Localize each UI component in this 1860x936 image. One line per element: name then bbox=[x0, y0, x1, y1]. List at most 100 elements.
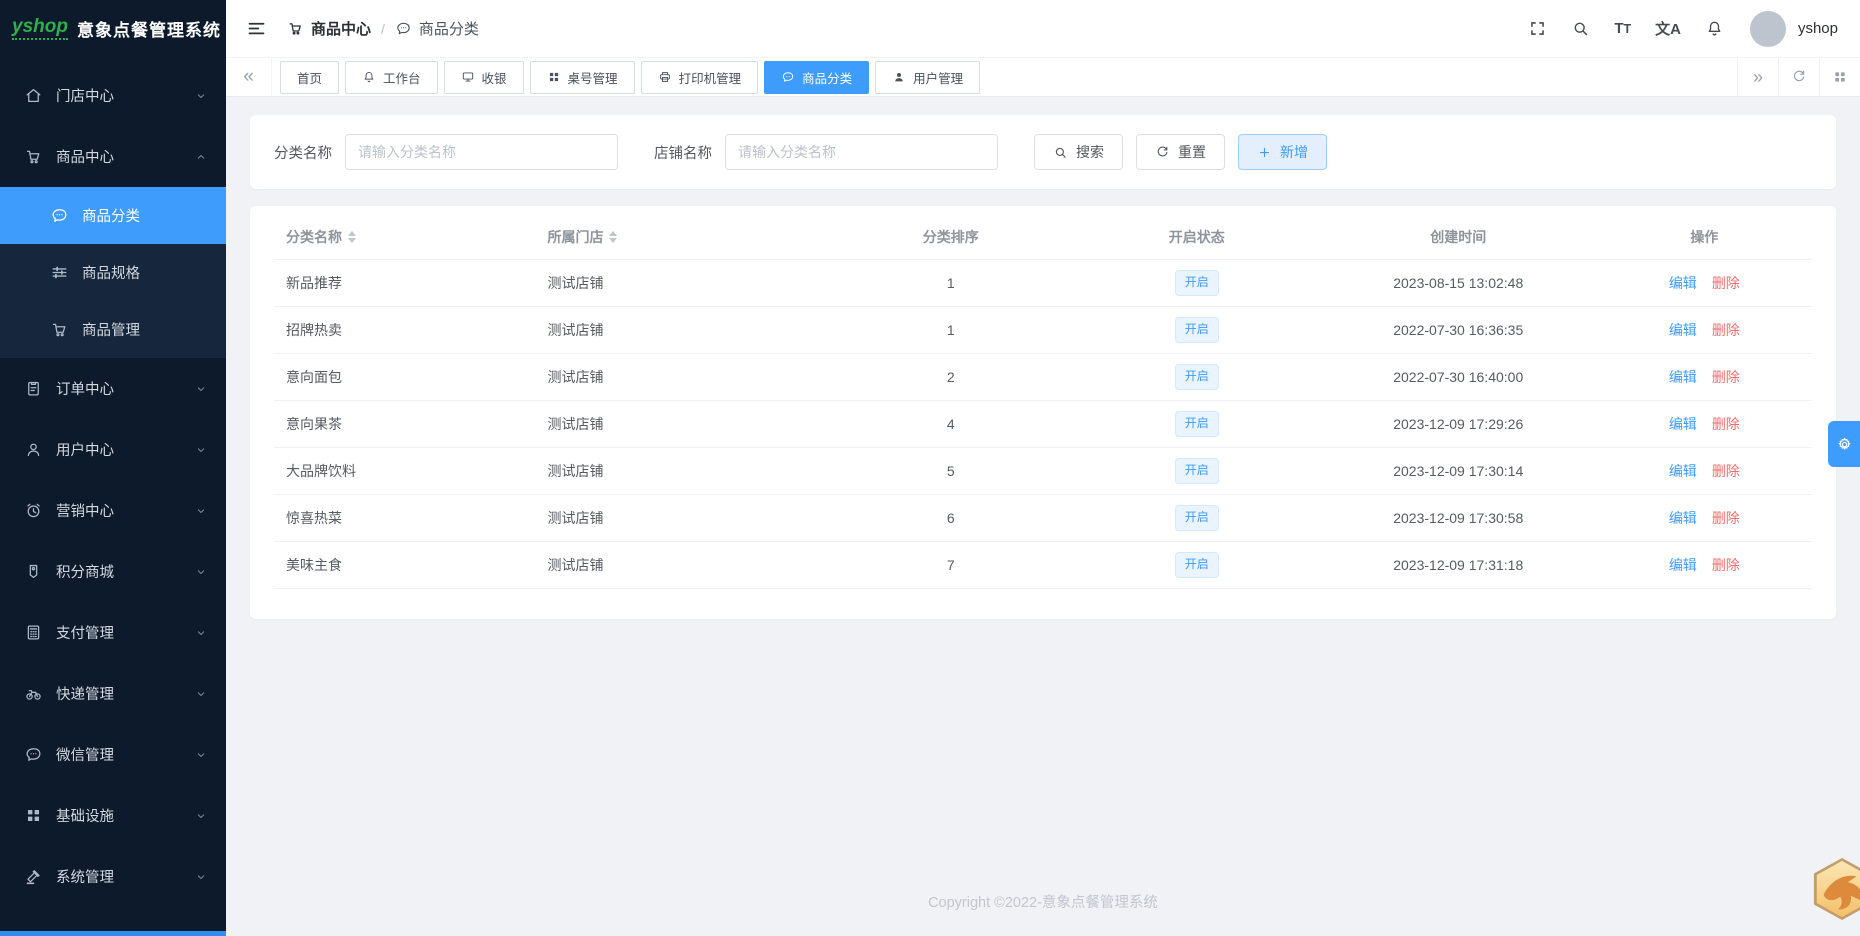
breadcrumb-current-label: 商品分类 bbox=[418, 21, 479, 38]
sidebar-item-label: 积分商城 bbox=[56, 565, 114, 581]
user-icon bbox=[24, 440, 43, 459]
filter-panel: 分类名称 店铺名称 搜索 重置 新增 bbox=[250, 115, 1836, 189]
cell-created-time: 2022-07-30 16:40:00 bbox=[1393, 369, 1524, 385]
sidebar-item-label: 微信管理 bbox=[56, 748, 114, 764]
sidebar-item-order-center[interactable]: 订单中心 bbox=[0, 358, 226, 419]
fullscreen-icon[interactable] bbox=[1528, 19, 1547, 38]
cell-sort: 6 bbox=[946, 510, 955, 526]
sidebar-item-user-center[interactable]: 用户中心 bbox=[0, 419, 226, 480]
tab-table-manage[interactable]: 桌号管理 bbox=[529, 60, 635, 94]
tab-label: 商品分类 bbox=[802, 71, 853, 86]
top-header: 商品中心 / 商品分类 TT 文A yshop bbox=[226, 0, 1860, 57]
add-button[interactable]: 新增 bbox=[1238, 134, 1327, 170]
tabs-scroll-right-icon[interactable]: » bbox=[1737, 58, 1778, 96]
column-header-status: 开启状态 bbox=[1074, 227, 1320, 247]
sort-icon[interactable] bbox=[609, 230, 618, 243]
translate-icon[interactable]: 文A bbox=[1655, 18, 1681, 39]
cell-created-time: 2022-07-30 16:36:35 bbox=[1393, 322, 1524, 338]
edit-link[interactable]: 编辑 bbox=[1669, 367, 1697, 387]
sidebar-item-product-manage[interactable]: 商品管理 bbox=[0, 301, 226, 358]
settings-panel-button[interactable] bbox=[1828, 421, 1860, 467]
breadcrumb: 商品中心 / 商品分类 bbox=[287, 18, 479, 39]
sidebar-item-wechat-manage[interactable]: 微信管理 bbox=[0, 724, 226, 785]
sort-icon[interactable] bbox=[348, 230, 356, 243]
edit-link[interactable]: 编辑 bbox=[1669, 555, 1697, 575]
cell-shop-name: 测试店铺 bbox=[547, 416, 604, 432]
sidebar-item-store-center[interactable]: 门店中心 bbox=[0, 65, 226, 126]
breadcrumb-parent[interactable]: 商品中心 bbox=[287, 18, 371, 39]
column-header-shop[interactable]: 所属门店 bbox=[535, 227, 827, 247]
edit-link[interactable]: 编辑 bbox=[1669, 273, 1697, 293]
avatar[interactable] bbox=[1749, 10, 1786, 47]
cell-shop-name: 测试店铺 bbox=[547, 322, 604, 338]
delete-link[interactable]: 删除 bbox=[1712, 508, 1740, 528]
font-size-icon[interactable]: TT bbox=[1614, 20, 1631, 37]
tabs-scroll-left-icon[interactable]: « bbox=[226, 58, 272, 96]
edit-link[interactable]: 编辑 bbox=[1669, 320, 1697, 340]
shop-name-input[interactable] bbox=[725, 134, 998, 170]
sidebar-item-express-manage[interactable]: 快递管理 bbox=[0, 663, 226, 724]
tab-home[interactable]: 首页 bbox=[280, 60, 340, 94]
layout-grid-icon[interactable] bbox=[1819, 58, 1860, 96]
column-header-category-name[interactable]: 分类名称 bbox=[274, 227, 535, 247]
cell-actions: 编辑 删除 bbox=[1597, 320, 1812, 340]
sidebar-item-product-center[interactable]: 商品中心 bbox=[0, 126, 226, 187]
tab-cashier[interactable]: 收银 bbox=[443, 60, 524, 94]
search-icon[interactable] bbox=[1571, 19, 1590, 38]
username[interactable]: yshop bbox=[1798, 20, 1838, 37]
header-actions: TT 文A yshop bbox=[1528, 10, 1838, 47]
chevron-down-icon bbox=[194, 870, 208, 884]
chevron-down-icon bbox=[194, 89, 208, 103]
delete-link[interactable]: 删除 bbox=[1712, 414, 1740, 434]
tab-product-category[interactable]: 商品分类 bbox=[764, 60, 870, 94]
sidebar-item-points-mall[interactable]: 积分商城 bbox=[0, 541, 226, 602]
cell-actions: 编辑 删除 bbox=[1597, 367, 1812, 387]
delete-link[interactable]: 删除 bbox=[1712, 461, 1740, 481]
sidebar-item-product-category[interactable]: 商品分类 bbox=[0, 187, 226, 244]
sliders-icon bbox=[50, 263, 69, 282]
delete-link[interactable]: 删除 bbox=[1712, 273, 1740, 293]
table-row: 新品推荐 测试店铺 1 开启 2023-08-15 13:02:48 编辑 删除 bbox=[274, 260, 1812, 307]
edit-link[interactable]: 编辑 bbox=[1669, 414, 1697, 434]
delete-link[interactable]: 删除 bbox=[1712, 367, 1740, 387]
status-badge: 开启 bbox=[1174, 270, 1219, 296]
edit-link[interactable]: 编辑 bbox=[1669, 508, 1697, 528]
sidebar-scrollbar[interactable] bbox=[0, 931, 226, 936]
edit-link[interactable]: 编辑 bbox=[1669, 461, 1697, 481]
sidebar-item-product-spec[interactable]: 商品规格 bbox=[0, 244, 226, 301]
delete-link[interactable]: 删除 bbox=[1712, 555, 1740, 575]
sidebar-item-system-manage[interactable]: 系统管理 bbox=[0, 846, 226, 907]
table-row: 意向面包 测试店铺 2 开启 2022-07-30 16:40:00 编辑 删除 bbox=[274, 354, 1812, 401]
bird-logo-badge[interactable] bbox=[1811, 856, 1860, 922]
bell-icon[interactable] bbox=[1705, 19, 1724, 38]
sidebar-item-infrastructure[interactable]: 基础设施 bbox=[0, 785, 226, 846]
sidebar-item-label: 基础设施 bbox=[56, 809, 114, 825]
status-badge: 开启 bbox=[1174, 364, 1219, 390]
sidebar-item-label: 门店中心 bbox=[56, 89, 114, 105]
sidebar-item-label: 商品管理 bbox=[82, 323, 140, 339]
cell-created-time: 2023-12-09 17:30:58 bbox=[1393, 510, 1524, 526]
cell-category-name: 惊喜热菜 bbox=[286, 510, 342, 526]
search-button[interactable]: 搜索 bbox=[1034, 134, 1123, 170]
sidebar-item-marketing-center[interactable]: 营销中心 bbox=[0, 480, 226, 541]
reset-button[interactable]: 重置 bbox=[1136, 134, 1225, 170]
tab-workbench[interactable]: 工作台 bbox=[345, 60, 438, 94]
sidebar-menu: 门店中心商品中心 商品分类 商品规格商品管理订单中心用户中心营销中心积分商城支付管理… bbox=[0, 57, 226, 936]
category-name-input[interactable] bbox=[345, 134, 618, 170]
sidebar-item-payment-manage[interactable]: 支付管理 bbox=[0, 602, 226, 663]
cell-category-name: 大品牌饮料 bbox=[286, 463, 356, 479]
grid-icon bbox=[24, 806, 43, 825]
refresh-icon[interactable] bbox=[1778, 58, 1819, 96]
cell-sort: 2 bbox=[946, 369, 955, 385]
house-icon bbox=[24, 86, 43, 105]
tabbar: « 首页 工作台 收银 桌号管理 打印机管理 商品分类 用户管理 » bbox=[226, 57, 1860, 97]
tab-printer-manage[interactable]: 打印机管理 bbox=[640, 60, 759, 94]
cell-sort: 1 bbox=[946, 322, 955, 338]
tab-label: 打印机管理 bbox=[678, 71, 742, 86]
sidebar-item-label: 用户中心 bbox=[56, 443, 114, 459]
tab-user-manage[interactable]: 用户管理 bbox=[875, 60, 981, 94]
hamburger-icon[interactable] bbox=[246, 18, 267, 39]
delete-link[interactable]: 删除 bbox=[1712, 320, 1740, 340]
breadcrumb-parent-label: 商品中心 bbox=[311, 21, 372, 38]
main-area: 商品中心 / 商品分类 TT 文A yshop « 首页 工作台 收银 桌号管理 打印机… bbox=[226, 0, 1860, 936]
